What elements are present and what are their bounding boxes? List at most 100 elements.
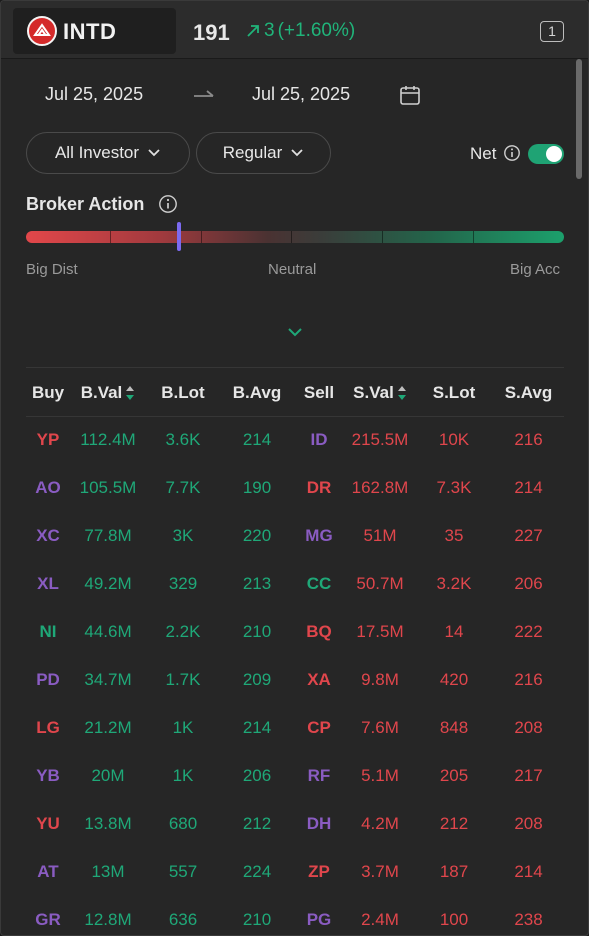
date-to[interactable]: Jul 25, 2025 <box>252 84 350 105</box>
sell-value: 51M <box>363 526 397 545</box>
col-header-sval[interactable]: S.Val <box>344 383 416 403</box>
sell-lot: 205 <box>439 766 469 785</box>
seller-broker-code[interactable]: CP <box>294 718 344 738</box>
buyer-broker-code[interactable]: GR <box>26 910 70 930</box>
table-row[interactable]: LG 21.2M 1K 214 CP 7.6M 848 208 <box>26 705 564 753</box>
buy-value: 21.2M <box>84 718 132 737</box>
info-icon[interactable] <box>503 144 521 162</box>
ticker-symbol: INTD <box>63 19 117 44</box>
col-header-savg[interactable]: S.Avg <box>493 383 564 403</box>
table-body: YP 112.4M 3.6K 214 ID 215.5M 10K 216 AO 105.5M 7.7… <box>26 417 564 935</box>
seller-broker-code[interactable]: DH <box>294 814 344 834</box>
chevron-down-icon[interactable] <box>286 325 304 339</box>
seller-broker-code[interactable]: DR <box>294 478 344 498</box>
date-from[interactable]: Jul 25, 2025 <box>45 84 143 105</box>
sell-lot: 848 <box>439 718 469 737</box>
market-filter-dropdown[interactable]: Regular <box>196 132 331 174</box>
sell-average: 208 <box>514 814 543 833</box>
table-row[interactable]: YP 112.4M 3.6K 214 ID 215.5M 10K 216 <box>26 417 564 465</box>
market-filter-label: Regular <box>222 143 283 162</box>
buyer-broker-code[interactable]: PD <box>26 670 70 690</box>
col-header-blot[interactable]: B.Lot <box>150 383 216 403</box>
buy-average: 210 <box>242 910 272 929</box>
net-toggle[interactable] <box>528 144 564 164</box>
seller-broker-code[interactable]: PG <box>294 910 344 930</box>
arrow-up-right-icon <box>247 25 259 37</box>
seller-broker-code[interactable]: ZP <box>294 862 344 882</box>
calendar-icon[interactable] <box>399 84 421 106</box>
col-header-slot[interactable]: S.Lot <box>421 383 487 403</box>
seller-broker-code[interactable]: MG <box>294 526 344 546</box>
last-price: 191 <box>193 20 230 45</box>
table-row[interactable]: AT 13M 557 224 ZP 3.7M 187 214 <box>26 849 564 897</box>
buyer-broker-code[interactable]: XC <box>26 526 70 546</box>
sell-value: 4.2M <box>361 814 399 833</box>
table-row[interactable]: AO 105.5M 7.7K 190 DR 162.8M 7.3K 214 <box>26 465 564 513</box>
sell-value: 2.4M <box>361 910 399 929</box>
buy-lot: 636 <box>168 910 198 929</box>
col-header-bavg[interactable]: B.Avg <box>222 383 292 403</box>
buy-average: 206 <box>242 766 272 785</box>
broker-action-gauge <box>26 231 564 243</box>
ticker-selector[interactable]: INTD <box>13 8 176 54</box>
sell-average: 216 <box>514 430 543 449</box>
seller-broker-code[interactable]: CC <box>294 574 344 594</box>
sell-lot: 14 <box>444 622 464 641</box>
seller-broker-code[interactable]: XA <box>294 670 344 690</box>
gauge-tick <box>201 231 202 243</box>
sell-value: 9.8M <box>361 670 399 689</box>
window-number-badge[interactable]: 1 <box>540 21 564 42</box>
buyer-broker-code[interactable]: AO <box>26 478 70 498</box>
vertical-scrollbar[interactable] <box>576 59 582 179</box>
buy-lot: 680 <box>168 814 198 833</box>
sell-value: 5.1M <box>361 766 399 785</box>
investor-filter-label: All Investor <box>54 143 140 162</box>
buy-lot: 557 <box>168 862 198 881</box>
seller-broker-code[interactable]: BQ <box>294 622 344 642</box>
arrow-right-icon <box>194 90 214 97</box>
buy-lot: 3K <box>172 526 194 545</box>
table-row[interactable]: NI 44.6M 2.2K 210 BQ 17.5M 14 222 <box>26 609 564 657</box>
table-row[interactable]: XC 77.8M 3K 220 MG 51M 35 227 <box>26 513 564 561</box>
sell-lot: 187 <box>439 862 469 881</box>
toggle-knob <box>546 146 562 162</box>
buy-average: 212 <box>242 814 272 833</box>
seller-broker-code[interactable]: RF <box>294 766 344 786</box>
sell-value: 162.8M <box>351 478 409 497</box>
sell-average: 214 <box>514 478 543 497</box>
buy-average: 220 <box>242 526 272 545</box>
scale-label-big-acc: Big Acc <box>510 261 561 278</box>
col-header-sell: Sell <box>303 383 335 402</box>
buy-lot: 2.2K <box>165 622 201 641</box>
sell-lot: 100 <box>439 910 469 929</box>
seller-broker-code[interactable]: ID <box>294 430 344 450</box>
table-row[interactable]: GR 12.8M 636 210 PG 2.4M 100 238 <box>26 897 564 935</box>
buy-average: 210 <box>242 622 272 641</box>
table-row[interactable]: XL 49.2M 329 213 CC 50.7M 3.2K 206 <box>26 561 564 609</box>
sell-lot: 10K <box>438 430 470 449</box>
table-row[interactable]: YB 20M 1K 206 RF 5.1M 205 217 <box>26 753 564 801</box>
sell-lot: 420 <box>439 670 469 689</box>
table-row[interactable]: PD 34.7M 1.7K 209 XA 9.8M 420 216 <box>26 657 564 705</box>
net-label: Net <box>470 144 497 163</box>
buyer-broker-code[interactable]: AT <box>26 862 70 882</box>
sell-average: 238 <box>514 910 543 929</box>
sell-average: 216 <box>514 670 543 689</box>
col-header-bval[interactable]: B.Val <box>72 383 144 403</box>
buy-value: 77.8M <box>84 526 132 545</box>
buy-lot: 7.7K <box>165 478 201 497</box>
buyer-broker-code[interactable]: NI <box>26 622 70 642</box>
gauge-tick <box>382 231 383 243</box>
buyer-broker-code[interactable]: XL <box>26 574 70 594</box>
table-row[interactable]: YU 13.8M 680 212 DH 4.2M 212 208 <box>26 801 564 849</box>
info-icon[interactable] <box>158 194 178 214</box>
buyer-broker-code[interactable]: LG <box>26 718 70 738</box>
buyer-broker-code[interactable]: YU <box>26 814 70 834</box>
investor-filter-dropdown[interactable]: All Investor <box>26 132 190 174</box>
buy-average: 214 <box>242 718 272 737</box>
sell-lot: 7.3K <box>436 478 472 497</box>
broker-summary-panel: INTD 191 3 (+1.60%) 1 Jul 25, 2025 Jul 2… <box>0 0 589 936</box>
buyer-broker-code[interactable]: YB <box>26 766 70 786</box>
buyer-broker-code[interactable]: YP <box>26 430 70 450</box>
sell-value: 17.5M <box>356 622 404 641</box>
